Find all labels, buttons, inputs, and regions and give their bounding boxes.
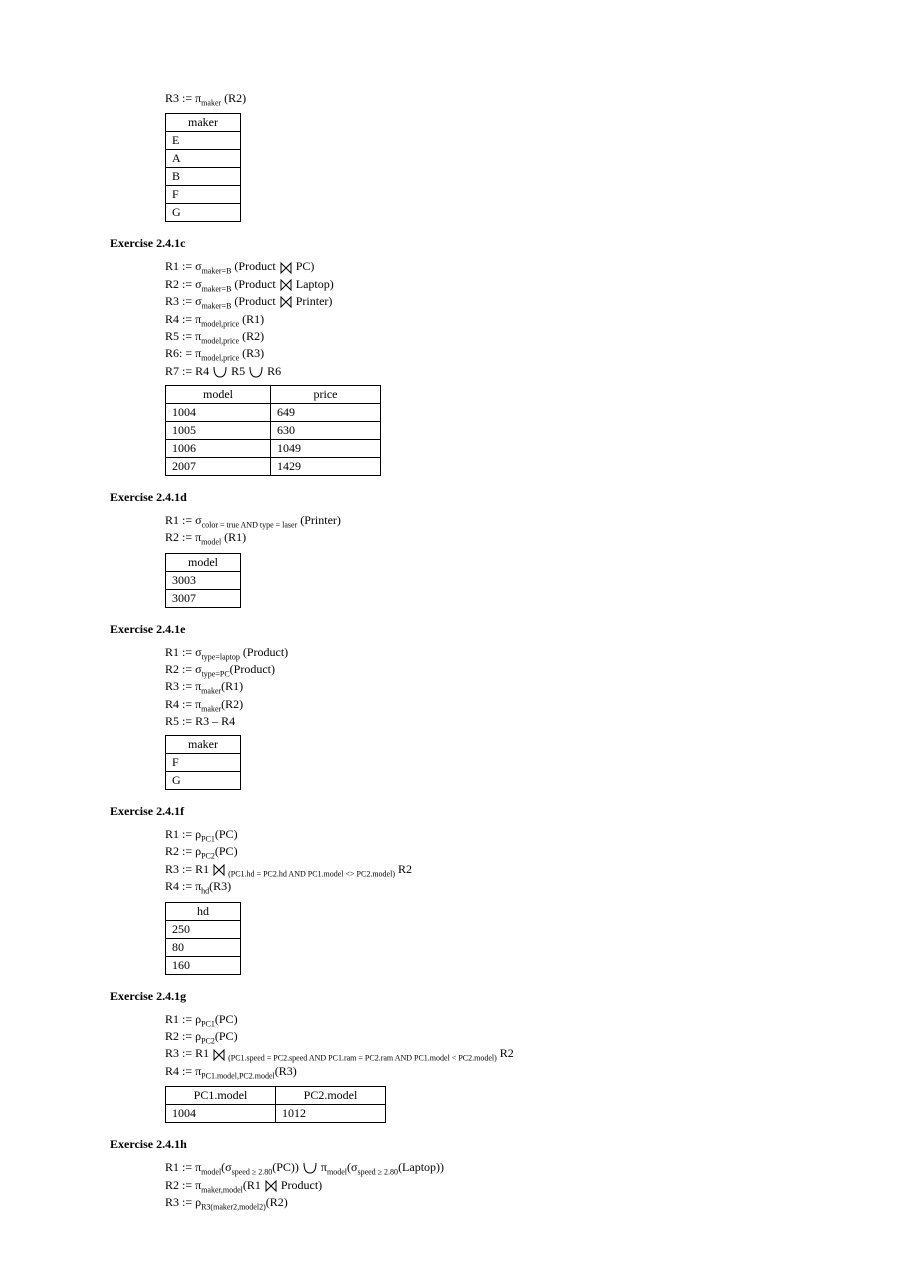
table-model-price: modelprice 1004649 1005630 10061049 2007… — [165, 385, 381, 476]
formula: R3 := πmaker(R1) — [165, 679, 810, 695]
section-h: R1 := πmodel(σspeed ≥ 2.80(PC)) πmodel(σ… — [165, 1160, 810, 1211]
formula: R1 := πmodel(σspeed ≥ 2.80(PC)) πmodel(σ… — [165, 1160, 810, 1176]
formula: R4 := πmaker(R2) — [165, 697, 810, 713]
union-icon — [213, 366, 227, 378]
heading-h: Exercise 2.4.1h — [110, 1137, 810, 1152]
table-row: B — [166, 168, 241, 186]
section-c: R1 := σmaker=B (Product PC) R2 := σmaker… — [165, 259, 810, 475]
heading-d: Exercise 2.4.1d — [110, 490, 810, 505]
table-hd: hd 250 80 160 — [165, 902, 241, 975]
formula: R2 := σtype=PC(Product) — [165, 662, 810, 678]
th: PC2.model — [276, 1087, 386, 1105]
table-model: model 3003 3007 — [165, 553, 241, 608]
table-row: 1005630 — [166, 421, 381, 439]
formula: R3 := ρR3(maker2,model2)(R2) — [165, 1195, 810, 1211]
table-row: 10041012 — [166, 1105, 386, 1123]
join-icon — [213, 1049, 225, 1061]
union-icon — [249, 366, 263, 378]
formula: R3 := σmaker=B (Product Printer) — [165, 294, 810, 310]
text: (R2) — [221, 91, 246, 105]
th-maker: maker — [166, 114, 241, 132]
formula: R2 := ρPC2(PC) — [165, 1029, 810, 1045]
table-row: A — [166, 150, 241, 168]
formula: R4 := πmodel,price (R1) — [165, 312, 810, 328]
th: PC1.model — [166, 1087, 276, 1105]
join-icon — [213, 864, 225, 876]
th: hd — [166, 902, 241, 920]
table-row: 1004649 — [166, 403, 381, 421]
table-row: E — [166, 132, 241, 150]
formula: R1 := σtype=laptop (Product) — [165, 645, 810, 661]
join-icon — [265, 1180, 277, 1192]
table-row: 80 — [166, 938, 241, 956]
th: model — [166, 553, 241, 571]
table-row: 3003 — [166, 571, 241, 589]
table-row: G — [166, 204, 241, 222]
formula: R4 := πPC1.model,PC2.model(R3) — [165, 1064, 810, 1080]
table-row: F — [166, 186, 241, 204]
heading-c: Exercise 2.4.1c — [110, 236, 810, 251]
formula: R3 := R1 (PC1.speed = PC2.speed AND PC1.… — [165, 1046, 810, 1062]
heading-f: Exercise 2.4.1f — [110, 804, 810, 819]
th: price — [271, 385, 381, 403]
formula: R2 := πmodel (R1) — [165, 530, 810, 546]
section-top: R3 := πmaker (R2) maker E A B F G — [165, 91, 810, 222]
formula: R5 := πmodel,price (R2) — [165, 329, 810, 345]
subscript: maker — [201, 98, 221, 107]
table-row: G — [166, 772, 241, 790]
formula: R2 := σmaker=B (Product Laptop) — [165, 277, 810, 293]
table-maker: maker F G — [165, 735, 241, 790]
table-row: 20071429 — [166, 457, 381, 475]
formula: R5 := R3 – R4 — [165, 714, 810, 729]
formula: R4 := πhd(R3) — [165, 879, 810, 895]
table-row: 10061049 — [166, 439, 381, 457]
union-icon — [303, 1162, 317, 1174]
formula: R2 := ρPC2(PC) — [165, 844, 810, 860]
table-row: 160 — [166, 956, 241, 974]
text: R3 := π — [165, 91, 201, 105]
section-e: R1 := σtype=laptop (Product) R2 := σtype… — [165, 645, 810, 791]
table-maker: maker E A B F G — [165, 113, 241, 222]
section-f: R1 := ρPC1(PC) R2 := ρPC2(PC) R3 := R1 (… — [165, 827, 810, 975]
formula: R1 := σmaker=B (Product PC) — [165, 259, 810, 275]
formula: R3 := R1 (PC1.hd = PC2.hd AND PC1.model … — [165, 862, 810, 878]
table-row: 250 — [166, 920, 241, 938]
formula: R2 := πmaker,model(R1 Product) — [165, 1178, 810, 1194]
join-icon — [280, 279, 292, 291]
table-row: F — [166, 754, 241, 772]
heading-e: Exercise 2.4.1e — [110, 622, 810, 637]
formula: R1 := ρPC1(PC) — [165, 1012, 810, 1028]
th: model — [166, 385, 271, 403]
formula: R6: = πmodel,price (R3) — [165, 346, 810, 362]
table-pcmodels: PC1.modelPC2.model 10041012 — [165, 1086, 386, 1123]
section-d: R1 := σcolor = true AND type = laser (Pr… — [165, 513, 810, 608]
join-icon — [280, 296, 292, 308]
formula-r3: R3 := πmaker (R2) — [165, 91, 810, 107]
heading-g: Exercise 2.4.1g — [110, 989, 810, 1004]
table-row: 3007 — [166, 589, 241, 607]
join-icon — [280, 262, 292, 274]
formula: R1 := ρPC1(PC) — [165, 827, 810, 843]
formula: R7 := R4 R5 R6 — [165, 364, 810, 379]
section-g: R1 := ρPC1(PC) R2 := ρPC2(PC) R3 := R1 (… — [165, 1012, 810, 1124]
th: maker — [166, 736, 241, 754]
formula: R1 := σcolor = true AND type = laser (Pr… — [165, 513, 810, 529]
